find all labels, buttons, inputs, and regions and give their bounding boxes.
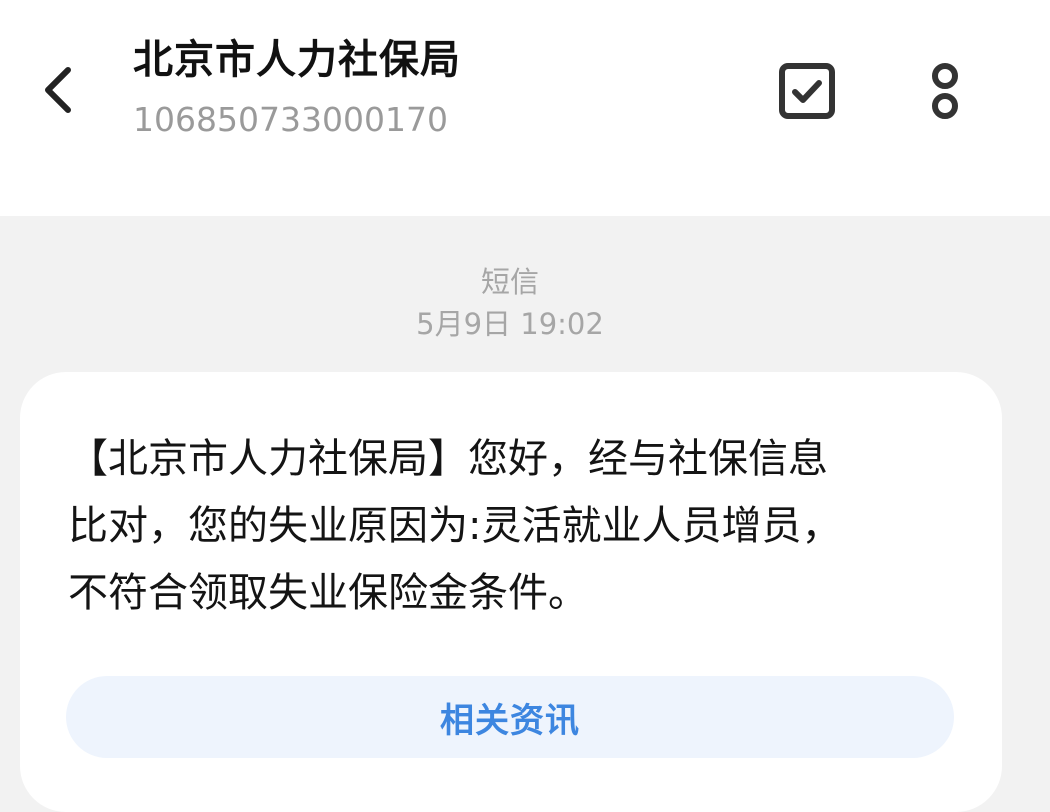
- more-options-button[interactable]: [914, 58, 976, 124]
- sender-info: 北京市人力社保局 106850733000170: [133, 34, 461, 142]
- chevron-left-icon: [45, 67, 71, 113]
- message-meta: 短信 5月9日 19:02: [0, 262, 1020, 344]
- message-text: 【北京市人力社保局】您好，经与社保信息 比对，您的失业原因为:灵活就业人员增员，…: [68, 436, 842, 616]
- message-timestamp: 5月9日 19:02: [416, 307, 604, 341]
- select-messages-button[interactable]: [772, 58, 842, 124]
- sender-number: 106850733000170: [133, 100, 448, 139]
- checkbox-icon: [779, 63, 835, 119]
- sender-name: 北京市人力社保局: [133, 37, 461, 83]
- message-bubble[interactable]: 【北京市人力社保局】您好，经与社保信息 比对，您的失业原因为:灵活就业人员增员，…: [20, 372, 1002, 812]
- more-vertical-icon: [932, 63, 958, 119]
- back-button[interactable]: [28, 58, 88, 122]
- related-info-button[interactable]: 相关资讯: [66, 676, 954, 758]
- message-type-label: 短信: [480, 265, 539, 299]
- top-app-bar: 北京市人力社保局 106850733000170: [0, 0, 1050, 216]
